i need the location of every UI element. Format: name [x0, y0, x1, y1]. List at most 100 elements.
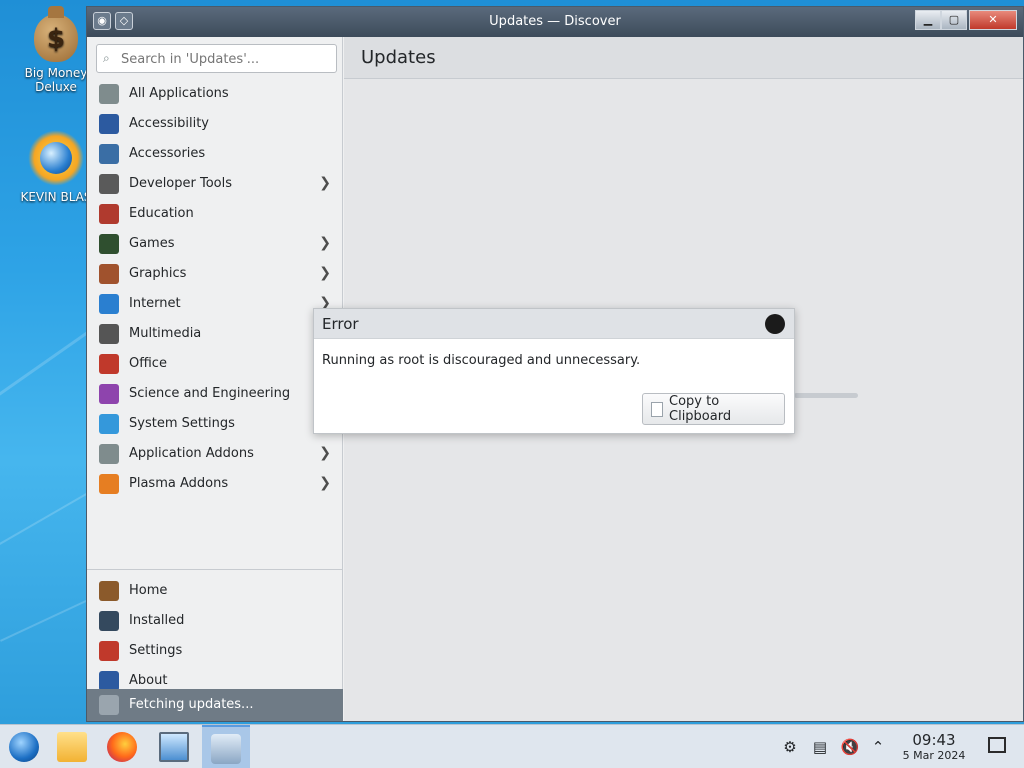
content-header: Updates	[344, 37, 1023, 79]
chevron-right-icon: ❯	[319, 175, 331, 191]
sidebar-item-label: Internet	[129, 296, 181, 311]
nav-item-settings[interactable]: Settings	[87, 636, 343, 666]
taskbar-start-menu[interactable]	[0, 725, 48, 768]
tray-expand-icon[interactable]: ⌃	[868, 737, 888, 757]
desktop-icon-big-money[interactable]: $ Big Money Deluxe	[16, 6, 96, 94]
chevron-right-icon: ❯	[319, 445, 331, 461]
desktop-icon-kevin[interactable]: KEVIN BLAS	[16, 130, 96, 204]
sidebar-item-label: Graphics	[129, 266, 187, 281]
developer-tools-icon	[99, 174, 119, 194]
sidebar-item-education[interactable]: Education	[87, 199, 343, 229]
dialog-title: Error	[322, 315, 359, 333]
start-orb-icon	[9, 732, 39, 762]
sidebar-item-label: System Settings	[129, 416, 235, 431]
games-icon	[99, 234, 119, 254]
chevron-right-icon: ❯	[319, 475, 331, 491]
clipboard-tray-icon[interactable]: ▤	[810, 737, 830, 757]
taskbar-file-manager[interactable]	[48, 725, 96, 768]
copy-to-clipboard-button[interactable]: Copy to Clipboard	[642, 393, 785, 425]
sun-globe-icon	[28, 130, 84, 186]
minimize-button[interactable]: ▁	[915, 10, 941, 30]
education-icon	[99, 204, 119, 224]
error-dialog: Error Running as root is discouraged and…	[313, 308, 795, 434]
window-titlebar[interactable]: ◉ ◇ Updates — Discover ▁ ▢ ✕	[87, 7, 1023, 37]
sidebar: ⌕ All Applications Accessibility Accessori…	[87, 37, 343, 721]
system-settings-icon	[99, 414, 119, 434]
nav-item-home[interactable]: Home	[87, 576, 343, 606]
nav-item-label: Settings	[129, 643, 183, 658]
sidebar-item-games[interactable]: Games ❯	[87, 229, 343, 259]
sidebar-item-label: Multimedia	[129, 326, 202, 341]
sidebar-item-office[interactable]: Office	[87, 349, 343, 379]
copy-to-clipboard-label: Copy to Clipboard	[669, 394, 732, 424]
sidebar-item-label: Application Addons	[129, 446, 254, 461]
sidebar-item-accessories[interactable]: Accessories	[87, 139, 343, 169]
dialog-header: Error	[314, 309, 794, 339]
sidebar-item-multimedia[interactable]: Multimedia	[87, 319, 343, 349]
installed-icon	[99, 611, 119, 631]
clock[interactable]: 09:43 5 Mar 2024	[896, 731, 972, 762]
accessories-icon	[99, 144, 119, 164]
category-list: All Applications Accessibility Accessories…	[87, 79, 343, 499]
sidebar-item-label: Education	[129, 206, 194, 221]
search-box[interactable]: ⌕	[96, 44, 337, 73]
chevron-right-icon: ❯	[319, 235, 331, 251]
firefox-icon	[107, 732, 137, 762]
taskbar-firefox[interactable]	[98, 725, 146, 768]
clipboard-icon	[651, 402, 663, 417]
sidebar-item-plasma-addons[interactable]: Plasma Addons ❯	[87, 469, 343, 499]
close-button[interactable]: ✕	[969, 10, 1017, 30]
desktop-icon-label: KEVIN BLAS	[20, 190, 92, 204]
money-bag-icon: $	[34, 6, 78, 62]
sidebar-item-label: Accessories	[129, 146, 206, 161]
chevron-right-icon: ❯	[319, 265, 331, 281]
nav-item-label: Installed	[129, 613, 185, 628]
home-icon	[99, 581, 119, 601]
sidebar-item-developer-tools[interactable]: Developer Tools ❯	[87, 169, 343, 199]
sidebar-item-graphics[interactable]: Graphics ❯	[87, 259, 343, 289]
desktop-icon-label: Big Money Deluxe	[24, 66, 88, 94]
sidebar-item-science-and-engineering[interactable]: Science and Engineering	[87, 379, 343, 409]
sidebar-item-all-applications[interactable]: All Applications	[87, 79, 343, 109]
sidebar-item-label: Games	[129, 236, 175, 251]
sidebar-item-label: Science and Engineering	[129, 386, 291, 401]
discover-icon	[211, 734, 241, 764]
volume-muted-icon[interactable]: 🔇	[840, 737, 860, 757]
nav-item-label: Home	[129, 583, 168, 598]
sidebar-item-label: Office	[129, 356, 167, 371]
dialog-message: Running as root is discouraged and unnec…	[322, 353, 641, 368]
fetching-label: Fetching updates...	[129, 697, 254, 712]
updates-tray-icon[interactable]: ⚙	[780, 737, 800, 757]
dialog-close-icon[interactable]	[765, 314, 785, 334]
page-title: Updates	[361, 47, 436, 68]
show-desktop-icon[interactable]	[988, 737, 1006, 753]
taskbar-system-monitor[interactable]	[150, 725, 198, 768]
all-apps-icon	[99, 84, 119, 104]
fetching-icon	[99, 695, 119, 715]
graphics-icon	[99, 264, 119, 284]
search-input[interactable]	[121, 49, 331, 69]
sidebar-item-label: All Applications	[129, 86, 229, 101]
sidebar-item-system-settings[interactable]: System Settings	[87, 409, 343, 439]
multimedia-icon	[99, 324, 119, 344]
sidebar-item-internet[interactable]: Internet ❯	[87, 289, 343, 319]
plasma-addons-icon	[99, 474, 119, 494]
taskbar: ⚙ ▤ 🔇 ⌃ 09:43 5 Mar 2024	[0, 724, 1024, 768]
accessibility-icon	[99, 114, 119, 134]
application-addons-icon	[99, 444, 119, 464]
clock-time: 09:43	[912, 731, 956, 749]
fetching-status: Fetching updates...	[87, 689, 343, 721]
sidebar-item-application-addons[interactable]: Application Addons ❯	[87, 439, 343, 469]
internet-icon	[99, 294, 119, 314]
navigation-list: Home Installed Settings About	[87, 569, 343, 696]
office-icon	[99, 354, 119, 374]
settings-icon	[99, 641, 119, 661]
sidebar-item-accessibility[interactable]: Accessibility	[87, 109, 343, 139]
maximize-button[interactable]: ▢	[941, 10, 967, 30]
nav-item-label: About	[129, 673, 168, 688]
nav-item-installed[interactable]: Installed	[87, 606, 343, 636]
science-icon	[99, 384, 119, 404]
folder-icon	[57, 732, 87, 762]
taskbar-discover[interactable]	[202, 725, 250, 768]
sidebar-item-label: Developer Tools	[129, 176, 233, 191]
